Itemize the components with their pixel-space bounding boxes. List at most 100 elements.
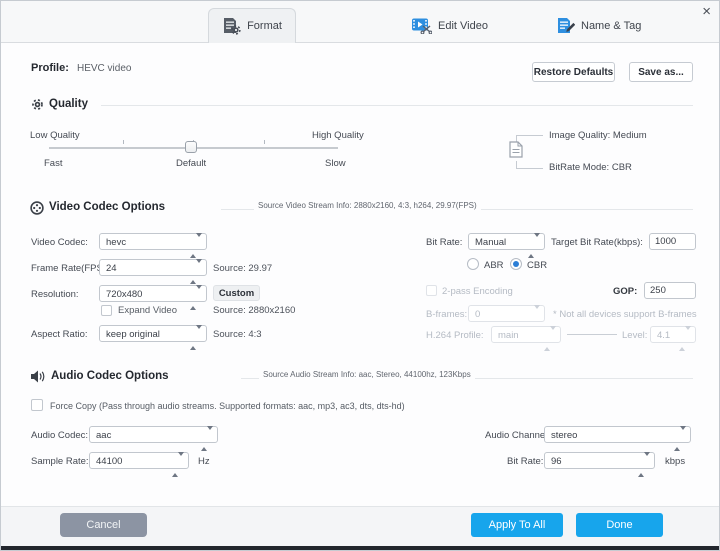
two-pass-encoding-label: 2-pass Encoding (442, 286, 513, 297)
video-codec-label: Video Codec: (31, 237, 88, 248)
profile-label: Profile: (31, 62, 69, 74)
stepper-icon[interactable] (201, 426, 213, 451)
video-codec-value: hevc (106, 237, 127, 248)
audio-codec-value: aac (96, 430, 112, 441)
audio-channel-select[interactable]: stereo (544, 426, 691, 451)
cbr-radio[interactable] (510, 258, 522, 270)
resolution-source: Source: 2880x2160 (213, 305, 296, 316)
tab-name-tag[interactable]: Name & Tag (556, 8, 641, 43)
gop-input[interactable] (644, 282, 696, 299)
stepper-icon (528, 305, 540, 330)
image-quality-summary: Image Quality: Medium (549, 130, 647, 141)
name-tag-doc-pencil-icon (556, 17, 576, 35)
stepper-icon[interactable] (190, 285, 202, 310)
bit-rate-value: Manual (475, 237, 507, 248)
force-copy-checkbox[interactable] (31, 399, 43, 411)
sample-rate-value: 44100 (96, 456, 123, 467)
quality-section-title: Quality (49, 98, 88, 110)
stepper-icon[interactable] (190, 325, 202, 350)
stepper-icon[interactable] (638, 452, 650, 477)
tab-edit-video-label: Edit Video (438, 19, 488, 32)
resolution-value: 720x480 (106, 289, 143, 300)
bit-rate-select[interactable]: Manual (468, 233, 545, 258)
stepper-icon (679, 326, 691, 351)
h264-profile-select[interactable]: main (491, 326, 561, 351)
format-doc-gear-icon (222, 17, 241, 35)
quality-gear-icon (31, 98, 44, 111)
stepper-icon[interactable] (674, 426, 686, 451)
stepper-icon[interactable] (190, 259, 202, 284)
audio-codec-label: Audio Codec: (31, 430, 89, 441)
audio-section-title: Audio Codec Options (51, 370, 169, 382)
resolution-select[interactable]: 720x480 (99, 285, 207, 310)
frame-rate-label: Frame Rate(FPS): (31, 263, 109, 274)
profile-value: HEVC video (77, 63, 132, 74)
done-button[interactable]: Done (576, 513, 663, 537)
custom-resolution-button[interactable]: Custom (213, 285, 260, 301)
frame-rate-select[interactable]: 24 (99, 259, 207, 284)
slider-tick (123, 140, 124, 144)
sample-rate-select[interactable]: 44100 (89, 452, 189, 477)
aspect-ratio-select[interactable]: keep original (99, 325, 207, 350)
audio-bit-rate-select[interactable]: 96 (544, 452, 655, 477)
audio-codec-select[interactable]: aac (89, 426, 218, 451)
tab-bar: Format Edit Video Name & Tag × (1, 1, 719, 43)
target-bit-rate-input[interactable] (649, 233, 696, 250)
slider-label-fast: Fast (44, 158, 63, 169)
cancel-button[interactable]: Cancel (60, 513, 147, 537)
audio-bit-rate-unit: kbps (665, 456, 686, 467)
tab-format[interactable]: Format (208, 8, 296, 43)
expand-video-checkbox[interactable] (101, 305, 112, 316)
b-frames-value: 0 (475, 309, 481, 320)
restore-defaults-button[interactable]: Restore Defaults (532, 62, 615, 82)
two-pass-encoding-checkbox[interactable] (426, 285, 437, 296)
aspect-ratio-label: Aspect Ratio: (31, 329, 88, 340)
b-frames-select[interactable]: 0 (468, 305, 545, 330)
tab-format-label: Format (247, 20, 282, 32)
stepper-icon[interactable] (528, 233, 540, 258)
bitrate-mode-summary: BitRate Mode: CBR (549, 162, 632, 173)
audio-channel-label: Audio Channel: (485, 430, 550, 441)
slider-label-low-quality: Low Quality (30, 130, 80, 141)
cbr-label: CBR (527, 260, 548, 271)
target-bit-rate-label: Target Bit Rate(kbps): (551, 237, 643, 248)
level-select[interactable]: 4.1 (650, 326, 696, 351)
speaker-icon (30, 370, 46, 383)
tab-name-tag-label: Name & Tag (581, 19, 642, 32)
quality-summary-document-icon (509, 141, 523, 158)
frame-rate-source: Source: 29.97 (213, 263, 273, 274)
info-bracket-bottom (516, 161, 543, 169)
film-reel-icon (30, 201, 44, 215)
stepper-icon[interactable] (190, 233, 202, 258)
stepper-icon[interactable] (172, 452, 184, 477)
tab-edit-video[interactable]: Edit Video (411, 8, 488, 43)
quality-slider-handle[interactable] (185, 141, 197, 153)
bit-rate-label: Bit Rate: (426, 237, 463, 248)
gop-label: GOP: (613, 286, 638, 297)
save-as-button[interactable]: Save as... (629, 62, 693, 82)
frame-rate-value: 24 (106, 263, 117, 274)
slider-label-slow: Slow (325, 158, 346, 169)
profile-level-divider (567, 334, 617, 335)
quality-rule (101, 105, 693, 106)
sample-rate-label: Sample Rate: (31, 456, 89, 467)
force-copy-label: Force Copy (Pass through audio streams. … (50, 401, 405, 411)
audio-channel-value: stereo (551, 430, 578, 441)
h264-profile-label: H.264 Profile: (426, 330, 484, 341)
slider-label-high-quality: High Quality (312, 130, 364, 141)
stepper-icon (544, 326, 556, 351)
b-frames-note: * Not all devices support B-frames (553, 309, 697, 320)
close-icon[interactable]: × (702, 3, 711, 20)
window-bottom-edge (1, 546, 719, 550)
aspect-ratio-source: Source: 4:3 (213, 329, 262, 340)
audio-source-info: Source Audio Stream Info: aac, Stereo, 4… (259, 370, 475, 379)
video-codec-select[interactable]: hevc (99, 233, 207, 258)
video-section-title: Video Codec Options (49, 201, 166, 213)
slider-label-default: Default (176, 158, 207, 169)
aspect-ratio-value: keep original (106, 329, 160, 340)
converter-settings-window: Format Edit Video Name & Tag × Profile: … (0, 0, 720, 551)
expand-video-label: Expand Video (118, 305, 177, 316)
apply-to-all-button[interactable]: Apply To All (471, 513, 563, 537)
b-frames-label: B-frames: (426, 309, 468, 320)
abr-radio[interactable] (467, 258, 479, 270)
